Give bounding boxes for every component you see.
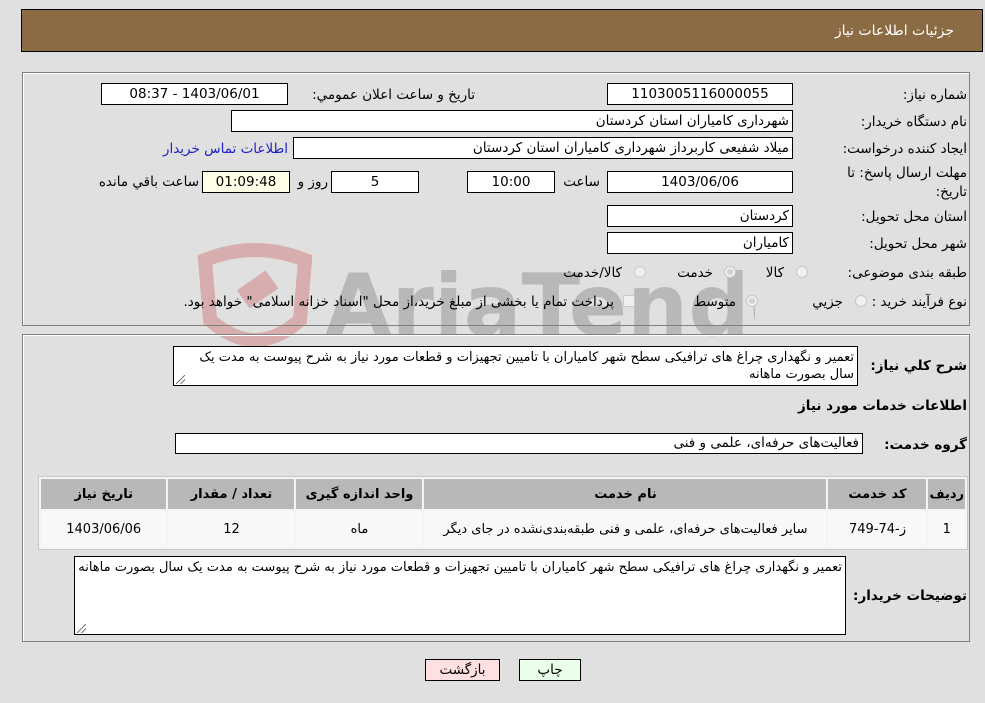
category-service-label: خدمت <box>677 265 713 281</box>
cell-need-date: 1403/06/06 <box>41 511 167 547</box>
need-number-field: 1103005116000055 <box>607 83 793 105</box>
treasury-note: پرداخت تمام یا بخشی از مبلغ خرید،از محل … <box>183 294 614 310</box>
buyer-notes-text: تعمیر و نگهداری چراغ های ترافیکی سطح شهر… <box>78 560 842 575</box>
col-row-number: ردیف <box>928 479 965 509</box>
col-service-code: کد خدمت <box>828 479 927 509</box>
category-label: طبقه بندی موضوعی: <box>847 265 967 281</box>
deadline-time-field: 10:00 <box>467 171 555 193</box>
remaining-time-field: 01:09:48 <box>202 171 290 193</box>
category-goods-label: کالا <box>765 265 784 281</box>
buyer-org-field: شهرداری کامیاران استان کردستان <box>231 110 793 132</box>
creator-field: میلاد شفیعی کاربرداز شهرداری کامیاران اس… <box>293 137 793 159</box>
resize-grip-icon[interactable] <box>176 375 185 384</box>
announce-field: 1403/06/01 - 08:37 <box>101 83 288 105</box>
creator-label: ایجاد کننده درخواست: <box>842 141 967 157</box>
category-goods-service-label: کالا/خدمت <box>563 265 622 281</box>
col-quantity: تعداد / مقدار <box>168 479 295 509</box>
deadline-date-field: 1403/06/06 <box>607 171 793 193</box>
services-heading: اطلاعات خدمات مورد نیاز <box>797 398 967 414</box>
days-remaining-field: 5 <box>331 171 419 193</box>
col-unit: واحد اندازه گیری <box>296 479 423 509</box>
need-number-label: شماره نیاز: <box>902 87 967 103</box>
deadline-time-label: ساعت <box>563 174 600 190</box>
col-need-date: تاریخ نیاز <box>41 479 167 509</box>
page-title: جزئیات اطلاعات نیاز <box>834 23 954 39</box>
cell-unit: ماه <box>296 511 423 547</box>
process-partial-label: جزیي <box>812 294 843 310</box>
cell-service-name: سایر فعالیت‌های حرفه‌ای، علمی و فنی طبقه… <box>424 511 827 547</box>
buyer-notes-label: توضیحات خریدار: <box>853 588 967 604</box>
province-field: کردستان <box>607 205 793 227</box>
province-label: استان محل تحویل: <box>861 209 967 225</box>
process-partial-radio[interactable] <box>855 295 867 307</box>
buyer-contact-link[interactable]: اطلاعات تماس خریدار <box>163 141 288 157</box>
category-service-radio[interactable] <box>724 266 736 278</box>
service-group-field: فعالیت‌های حرفه‌ای، علمی و فنی <box>175 433 863 454</box>
city-label: شهر محل تحویل: <box>869 236 967 252</box>
table-header-row: ردیف کد خدمت نام خدمت واحد اندازه گیری ت… <box>41 479 965 509</box>
cell-row-number: 1 <box>928 511 965 547</box>
table-row: 1 ز-74-749 سایر فعالیت‌های حرفه‌ای، علمی… <box>41 511 965 547</box>
announce-label: تاریخ و ساعت اعلان عمومي: <box>312 87 475 103</box>
resize-grip-icon[interactable] <box>77 624 86 633</box>
services-table: ردیف کد خدمت نام خدمت واحد اندازه گیری ت… <box>38 476 968 550</box>
treasury-checkbox[interactable] <box>623 295 635 307</box>
category-goods-radio[interactable] <box>796 266 808 278</box>
cell-quantity: 12 <box>168 511 295 547</box>
process-medium-label: متوسط <box>693 294 736 310</box>
remaining-time-label: ساعت باقي مانده <box>98 174 199 190</box>
col-service-name: نام خدمت <box>424 479 827 509</box>
deadline-label: مهلت ارسال پاسخ: تا <box>847 165 967 181</box>
print-button[interactable]: چاپ <box>519 659 581 681</box>
cell-service-code: ز-74-749 <box>828 511 927 547</box>
summary-label: شرح کلي نیاز: <box>870 358 967 374</box>
service-group-label: گروه خدمت: <box>884 437 967 453</box>
days-label: روز و <box>297 174 328 190</box>
summary-textarea[interactable]: تعمیر و نگهداری چراغ های ترافیکی سطح شهر… <box>173 346 858 386</box>
back-button[interactable]: بازگشت <box>425 659 500 681</box>
deadline-label-date: تاریخ: <box>935 184 967 200</box>
buyer-org-label: نام دستگاه خریدار: <box>860 114 967 130</box>
page-header: جزئیات اطلاعات نیاز <box>21 9 983 52</box>
process-label: نوع فرآیند خرید : <box>871 294 967 310</box>
process-medium-radio[interactable] <box>746 295 758 307</box>
city-field: کامیاران <box>607 232 793 254</box>
category-goods-service-radio[interactable] <box>634 266 646 278</box>
buyer-notes-textarea[interactable]: تعمیر و نگهداری چراغ های ترافیکی سطح شهر… <box>74 556 846 635</box>
summary-text: تعمیر و نگهداری چراغ های ترافیکی سطح شهر… <box>199 350 854 382</box>
